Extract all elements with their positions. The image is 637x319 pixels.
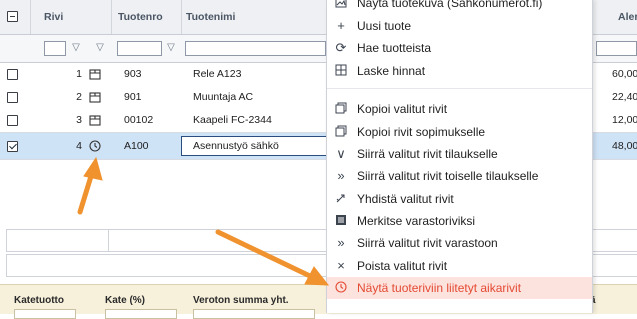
copy-icon xyxy=(334,125,348,139)
kate-field[interactable] xyxy=(105,309,177,319)
menu-item[interactable]: Kopioi valitut rivit xyxy=(327,98,592,120)
filter-icon[interactable]: ▽ xyxy=(71,41,81,55)
row-checkbox[interactable] xyxy=(7,69,18,80)
menu-item[interactable]: » Siirrä valitut rivit toiselle tilauksel… xyxy=(327,165,592,187)
package-icon[interactable] xyxy=(89,68,101,80)
context-menu: Näytä tuotekuva (Sähkonumerot.fi) + Uusi t… xyxy=(326,0,593,313)
header-tuotenimi[interactable]: Tuotenimi xyxy=(186,0,235,34)
calculator-icon xyxy=(334,64,348,78)
aler-filter-input[interactable] xyxy=(596,41,637,56)
menu-item[interactable]: Näytä tuotekuva (Sähkonumerot.fi) xyxy=(327,0,592,14)
summary-label-katetuotto: Katetuotto xyxy=(14,295,64,306)
product-name[interactable]: Asennustyö sähkö xyxy=(193,135,279,158)
menu-item[interactable]: Näytä tuoteriviin liitetyt aikarivit xyxy=(327,277,592,299)
menu-item-label: Hae tuotteista xyxy=(357,41,432,55)
header-tuotenro[interactable]: Tuotenro xyxy=(118,0,163,34)
row-checkbox[interactable] xyxy=(7,141,18,152)
row-number: 4 xyxy=(76,140,82,152)
summary-label-veroton: Veroton summa yht. xyxy=(193,295,289,306)
clock-icon xyxy=(334,281,348,295)
merge-icon xyxy=(334,192,348,206)
menu-item-label: Uusi tuote xyxy=(357,19,412,33)
tuotenimi-filter-input[interactable] xyxy=(185,41,326,56)
filter-icon[interactable]: ▽ xyxy=(166,41,176,55)
summary-label-kate: Kate (%) xyxy=(105,295,146,306)
product-code[interactable]: A100 xyxy=(124,135,149,158)
menu-item[interactable]: + Uusi tuote xyxy=(327,15,592,37)
copy-icon xyxy=(334,102,348,116)
veroton-field[interactable] xyxy=(193,309,315,319)
menu-item-label: Siirrä valitut rivit varastoon xyxy=(357,236,498,250)
row-checkbox[interactable] xyxy=(7,115,18,126)
product-name[interactable]: Rele A123 xyxy=(193,63,241,86)
menu-item-label: Merkitse varastoriviksi xyxy=(357,214,476,228)
header-rivi[interactable]: Rivi xyxy=(44,0,63,34)
plus-icon: + xyxy=(337,18,345,33)
menu-item[interactable]: Laske hinnat xyxy=(327,60,592,82)
katetuotto-field[interactable] xyxy=(14,309,76,319)
refresh-icon: ⟳ xyxy=(335,40,347,55)
menu-item-label: Näytä tuoteriviin liitetyt aikarivit xyxy=(357,281,522,295)
select-all-checkbox[interactable] xyxy=(7,11,18,22)
menu-item[interactable]: » Siirrä valitut rivit varastoon xyxy=(327,232,592,254)
menu-item[interactable]: Kopioi rivit sopimukselle xyxy=(327,121,592,143)
menu-item-label: Poista valitut rivit xyxy=(357,259,448,273)
menu-item-label: Siirrä valitut rivit toiselle tilauksell… xyxy=(357,169,539,183)
row-price: 22,40 xyxy=(612,91,637,103)
row-price: 60,00 xyxy=(612,68,637,80)
menu-item[interactable]: ∨ Siirrä valitut rivit tilaukselle xyxy=(327,143,592,165)
clock-icon[interactable] xyxy=(89,140,101,152)
menu-separator xyxy=(327,88,592,89)
product-code[interactable]: 00102 xyxy=(124,109,153,132)
menu-item-label: Kopioi rivit sopimukselle xyxy=(357,125,486,139)
menu-item[interactable]: Yhdistä valitut rivit xyxy=(327,188,592,210)
package-icon[interactable] xyxy=(89,114,101,126)
row-number: 1 xyxy=(76,68,82,80)
filter-icon[interactable]: ▽ xyxy=(95,41,105,55)
row-price: 12,00 xyxy=(612,114,637,126)
tuotenro-filter-input[interactable] xyxy=(117,41,162,56)
product-name[interactable]: Muuntaja AC xyxy=(193,86,253,109)
menu-item-label: Näytä tuotekuva (Sähkonumerot.fi) xyxy=(357,0,543,10)
chevron-down-icon: ∨ xyxy=(336,146,346,161)
menu-item[interactable]: × Poista valitut rivit xyxy=(327,255,592,277)
menu-item-label: Kopioi valitut rivit xyxy=(357,102,448,116)
product-name[interactable]: Kaapeli FC-2344 xyxy=(193,109,272,132)
menu-item[interactable]: ⟳ Hae tuotteista xyxy=(327,37,592,59)
row-price: 48,00 xyxy=(612,140,637,152)
menu-item-label: Yhdistä valitut rivit xyxy=(357,192,454,206)
double-chevron-right-icon: » xyxy=(337,168,345,183)
header-aler[interactable]: Aler xyxy=(618,0,637,34)
rivi-filter-input[interactable] xyxy=(44,41,66,56)
product-code[interactable]: 901 xyxy=(124,86,142,109)
row-number: 3 xyxy=(76,114,82,126)
package-icon[interactable] xyxy=(89,91,101,103)
image-icon xyxy=(334,0,348,10)
product-code[interactable]: 903 xyxy=(124,63,142,86)
warehouse-icon xyxy=(334,214,348,228)
close-icon: × xyxy=(337,258,345,273)
menu-item-label: Siirrä valitut rivit tilaukselle xyxy=(357,147,498,161)
double-chevron-right-icon: » xyxy=(337,235,345,250)
row-checkbox[interactable] xyxy=(7,92,18,103)
menu-item-label: Laske hinnat xyxy=(357,64,426,78)
row-number: 2 xyxy=(76,91,82,103)
menu-item[interactable]: Merkitse varastoriviksi xyxy=(327,210,592,232)
